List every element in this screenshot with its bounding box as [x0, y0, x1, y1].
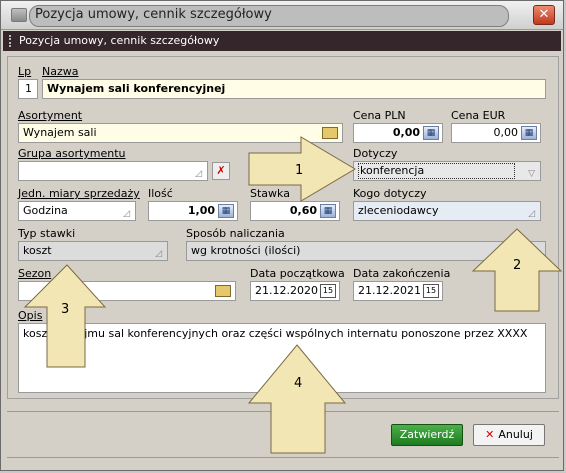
close-icon: ✕ [538, 7, 550, 22]
nazwa-field[interactable]: Wynajem sali konferencyjnej [42, 79, 546, 99]
sposob-select[interactable]: wg krotności (ilości) ◿ [186, 241, 546, 261]
sposob-value: wg krotności (ilości) [191, 244, 301, 257]
panel-header: Pozycja umowy, cennik szczegółowy [3, 31, 561, 51]
stawka-field[interactable]: 0,60 ▦ [250, 201, 340, 221]
data-konc-label: Data zakończenia [353, 267, 451, 280]
data-konc-field[interactable]: 21.12.2021 15 [353, 281, 443, 301]
folder-icon[interactable] [322, 127, 338, 139]
asortyment-label: Asortyment [18, 109, 83, 122]
chevron-down-icon: ▽ [528, 169, 535, 179]
grip-icon [9, 35, 13, 47]
stawka-label: Stawka [250, 187, 290, 200]
cena-pln-field[interactable]: 0,00 ▦ [353, 123, 443, 143]
sezon-label: Sezon [18, 267, 52, 280]
cena-eur-field[interactable]: 0,00 ▦ [451, 123, 541, 143]
anuluj-label: Anuluj [498, 428, 533, 441]
cancel-icon: ✕ [485, 428, 495, 441]
data-pocz-value: 21.12.2020 [255, 284, 318, 297]
folder-icon[interactable] [215, 285, 231, 297]
opis-label: Opis [18, 309, 43, 322]
chevron-down-icon: ◿ [123, 209, 130, 219]
cena-eur-value: 0,00 [493, 126, 519, 139]
dotyczy-select[interactable]: konferencja ▽ [353, 161, 541, 181]
stawka-value: 0,60 [289, 204, 317, 217]
chevron-down-icon: ◿ [155, 249, 162, 259]
jednostka-select[interactable]: Godzina ◿ [18, 201, 136, 221]
zatwierdz-button[interactable]: Zatwierdź [391, 424, 463, 446]
panel-title: Pozycja umowy, cennik szczegółowy [19, 34, 220, 47]
cena-pln-label: Cena PLN [353, 109, 406, 122]
kogo-value: zleceniodawcy [358, 204, 439, 217]
ilosc-label: Ilość [148, 187, 173, 200]
title-bar: Pozycja umowy, cennik szczegółowy ✕ [1, 1, 563, 30]
jednostka-value: Godzina [23, 204, 68, 217]
typ-stawki-value: koszt [23, 244, 52, 257]
sezon-field[interactable] [18, 281, 236, 301]
close-button[interactable]: ✕ [533, 5, 555, 25]
kogo-select[interactable]: zleceniodawcy ◿ [353, 201, 541, 221]
nazwa-label: Nazwa [42, 65, 79, 78]
window-title: Pozycja umowy, cennik szczegółowy [35, 7, 272, 22]
chevron-down-icon: ◿ [528, 209, 535, 219]
form-area: Lp Nazwa 1 Wynajem sali konferencyjnej A… [7, 56, 559, 399]
ilosc-value: 1,00 [187, 204, 215, 217]
grupa-field[interactable]: ◿ [18, 161, 208, 181]
calculator-icon[interactable]: ▦ [218, 204, 234, 218]
lp-field[interactable]: 1 [18, 79, 38, 99]
dotyczy-label: Dotyczy [353, 147, 398, 160]
window-icon [11, 8, 27, 22]
cena-pln-value: 0,00 [392, 126, 420, 139]
cena-eur-label: Cena EUR [451, 109, 506, 122]
sposob-label: Sposób naliczania [186, 227, 285, 240]
status-bar [7, 457, 559, 470]
calculator-icon[interactable]: ▦ [320, 204, 336, 218]
grupa-label: Grupa asortymentu [18, 147, 126, 160]
clear-icon[interactable]: ✗ [212, 162, 230, 180]
calculator-icon[interactable]: ▦ [423, 126, 439, 140]
typ-stawki-label: Typ stawki [18, 227, 76, 240]
dialog-window: Pozycja umowy, cennik szczegółowy ✕ Pozy… [0, 0, 564, 471]
lp-label: Lp [18, 65, 32, 78]
asortyment-value: Wynajem sali [23, 126, 97, 139]
data-konc-value: 21.12.2021 [358, 284, 421, 297]
chevron-down-icon: ◿ [533, 249, 540, 259]
data-pocz-label: Data początkowa [250, 267, 345, 280]
kogo-label: Kogo dotyczy [353, 187, 427, 200]
typ-stawki-select[interactable]: koszt ◿ [18, 241, 168, 261]
asortyment-field[interactable]: Wynajem sali [18, 123, 343, 143]
calendar-icon[interactable]: 15 [423, 284, 439, 298]
zatwierdz-label: Zatwierdź [399, 428, 455, 441]
ilosc-field[interactable]: 1,00 ▦ [148, 201, 238, 221]
data-pocz-field[interactable]: 21.12.2020 15 [250, 281, 340, 301]
calendar-icon[interactable]: 15 [320, 284, 336, 298]
dotyczy-value: konferencja [358, 163, 516, 179]
chevron-down-icon: ◿ [195, 169, 202, 179]
opis-textarea[interactable]: koszt wynajmu sal konferencyjnych oraz c… [18, 323, 546, 393]
jednostka-label: Jedn. miary sprzedaży [18, 187, 140, 200]
button-bar: Zatwierdź ✕ Anuluj [7, 411, 559, 454]
anuluj-button[interactable]: ✕ Anuluj [473, 424, 545, 446]
calculator-icon[interactable]: ▦ [521, 126, 537, 140]
